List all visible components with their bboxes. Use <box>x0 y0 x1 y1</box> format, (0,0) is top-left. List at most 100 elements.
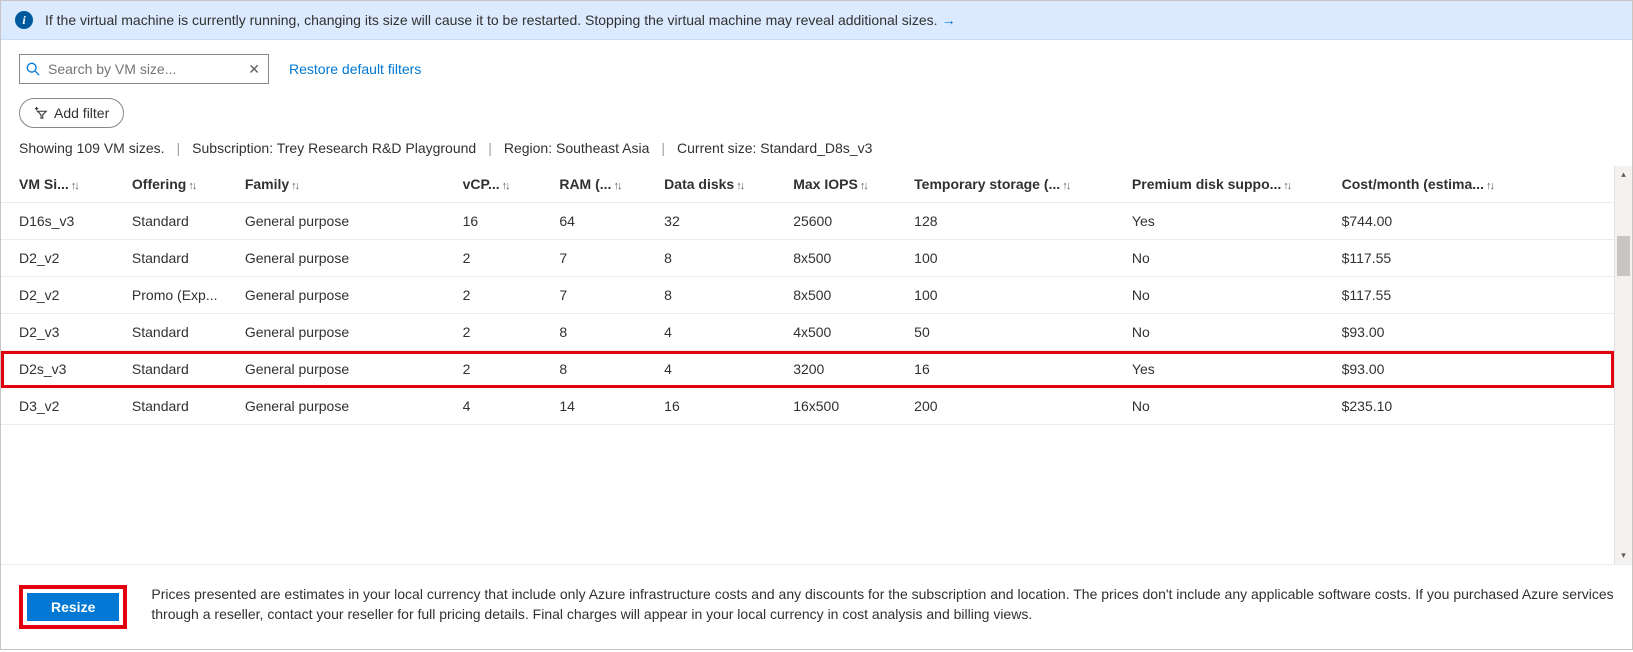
cell-vcpu: 2 <box>445 314 542 351</box>
resize-button-highlight: Resize <box>19 585 127 629</box>
scrollbar-thumb[interactable] <box>1617 236 1630 276</box>
info-icon: i <box>15 11 33 29</box>
cell-cost: $117.55 <box>1324 240 1614 277</box>
cell-cost: $744.00 <box>1324 203 1614 240</box>
info-banner: i If the virtual machine is currently ru… <box>1 1 1632 40</box>
cell-vcpu: 16 <box>445 203 542 240</box>
sort-icon[interactable]: ↑↓ <box>502 180 509 192</box>
arrow-right-icon[interactable]: → <box>942 12 956 28</box>
sort-icon[interactable]: ↑↓ <box>291 180 298 192</box>
info-banner-text: If the virtual machine is currently runn… <box>45 12 938 28</box>
column-header[interactable]: Family↑↓ <box>227 166 445 203</box>
scroll-up-icon[interactable]: ▴ <box>1615 166 1632 183</box>
cell-iops: 4x500 <box>775 314 896 351</box>
search-input[interactable] <box>46 60 246 78</box>
search-input-wrapper[interactable]: ✕ <box>19 54 269 84</box>
cell-size: D2s_v3 <box>1 351 114 388</box>
cell-temp: 16 <box>896 351 1114 388</box>
table-row[interactable]: D2_v3StandardGeneral purpose2844x50050No… <box>1 314 1614 351</box>
cell-vcpu: 2 <box>445 240 542 277</box>
sort-icon[interactable]: ↑↓ <box>736 180 743 192</box>
cell-cost: $93.00 <box>1324 314 1614 351</box>
cell-size: D2_v2 <box>1 277 114 314</box>
sort-icon[interactable]: ↑↓ <box>613 180 620 192</box>
region-label: Region: Southeast Asia <box>504 140 650 156</box>
cell-iops: 25600 <box>775 203 896 240</box>
column-header-label: RAM (... <box>559 176 611 192</box>
cell-offering: Standard <box>114 388 227 425</box>
column-header-label: vCP... <box>463 176 500 192</box>
result-count: Showing 109 VM sizes. <box>19 140 165 156</box>
column-header[interactable]: VM Si...↑↓ <box>1 166 114 203</box>
cell-ram: 14 <box>541 388 646 425</box>
cell-ram: 7 <box>541 277 646 314</box>
cell-cost: $93.00 <box>1324 351 1614 388</box>
cell-temp: 200 <box>896 388 1114 425</box>
subscription-label: Subscription: Trey Research R&D Playgrou… <box>192 140 476 156</box>
restore-default-filters-link[interactable]: Restore default filters <box>289 61 421 77</box>
cell-offering: Standard <box>114 351 227 388</box>
cell-cost: $235.10 <box>1324 388 1614 425</box>
column-header[interactable]: Temporary storage (...↑↓ <box>896 166 1114 203</box>
column-header-label: Data disks <box>664 176 734 192</box>
cell-iops: 8x500 <box>775 277 896 314</box>
sort-icon[interactable]: ↑↓ <box>1062 180 1069 192</box>
cell-family: General purpose <box>227 240 445 277</box>
add-filter-icon <box>34 106 48 120</box>
cell-temp: 128 <box>896 203 1114 240</box>
search-icon <box>26 62 40 76</box>
cell-temp: 50 <box>896 314 1114 351</box>
cell-cost: $117.55 <box>1324 277 1614 314</box>
cell-ram: 8 <box>541 314 646 351</box>
column-header[interactable]: Data disks↑↓ <box>646 166 775 203</box>
cell-family: General purpose <box>227 203 445 240</box>
cell-ram: 8 <box>541 351 646 388</box>
column-header[interactable]: Cost/month (estima...↑↓ <box>1324 166 1614 203</box>
sort-icon[interactable]: ↑↓ <box>188 180 195 192</box>
scroll-down-icon[interactable]: ▾ <box>1615 547 1632 564</box>
sort-icon[interactable]: ↑↓ <box>1283 180 1290 192</box>
column-header-label: Max IOPS <box>793 176 858 192</box>
column-header-label: Premium disk suppo... <box>1132 176 1281 192</box>
column-header-label: Family <box>245 176 289 192</box>
cell-ram: 7 <box>541 240 646 277</box>
add-filter-label: Add filter <box>54 105 109 121</box>
table-row[interactable]: D16s_v3StandardGeneral purpose1664322560… <box>1 203 1614 240</box>
cell-offering: Promo (Exp... <box>114 277 227 314</box>
cell-vcpu: 4 <box>445 388 542 425</box>
vertical-scrollbar[interactable]: ▴ ▾ <box>1614 166 1632 564</box>
sort-icon[interactable]: ↑↓ <box>1486 180 1493 192</box>
sort-icon[interactable]: ↑↓ <box>71 180 78 192</box>
cell-iops: 16x500 <box>775 388 896 425</box>
clear-search-icon[interactable]: ✕ <box>246 61 262 78</box>
table-row[interactable]: D2s_v3StandardGeneral purpose284320016Ye… <box>1 351 1614 388</box>
table-row[interactable]: D3_v2StandardGeneral purpose4141616x5002… <box>1 388 1614 425</box>
cell-premium: Yes <box>1114 351 1324 388</box>
cell-offering: Standard <box>114 240 227 277</box>
cell-size: D2_v2 <box>1 240 114 277</box>
column-header[interactable]: Max IOPS↑↓ <box>775 166 896 203</box>
cell-family: General purpose <box>227 277 445 314</box>
column-header[interactable]: Premium disk suppo...↑↓ <box>1114 166 1324 203</box>
resize-button[interactable]: Resize <box>27 593 119 621</box>
vm-size-table: VM Si...↑↓Offering↑↓Family↑↓vCP...↑↓RAM … <box>1 166 1614 425</box>
cell-disks: 8 <box>646 277 775 314</box>
column-header-label: Cost/month (estima... <box>1342 176 1484 192</box>
column-header-label: Temporary storage (... <box>914 176 1060 192</box>
cell-size: D16s_v3 <box>1 203 114 240</box>
cell-vcpu: 2 <box>445 351 542 388</box>
table-row[interactable]: D2_v2Promo (Exp...General purpose2788x50… <box>1 277 1614 314</box>
cell-offering: Standard <box>114 203 227 240</box>
cell-premium: No <box>1114 240 1324 277</box>
table-row[interactable]: D2_v2StandardGeneral purpose2788x500100N… <box>1 240 1614 277</box>
cell-iops: 3200 <box>775 351 896 388</box>
cell-vcpu: 2 <box>445 277 542 314</box>
column-header[interactable]: vCP...↑↓ <box>445 166 542 203</box>
cell-family: General purpose <box>227 314 445 351</box>
sort-icon[interactable]: ↑↓ <box>860 180 867 192</box>
column-header[interactable]: Offering↑↓ <box>114 166 227 203</box>
add-filter-button[interactable]: Add filter <box>19 98 124 128</box>
cell-premium: No <box>1114 314 1324 351</box>
column-header[interactable]: RAM (...↑↓ <box>541 166 646 203</box>
cell-temp: 100 <box>896 277 1114 314</box>
